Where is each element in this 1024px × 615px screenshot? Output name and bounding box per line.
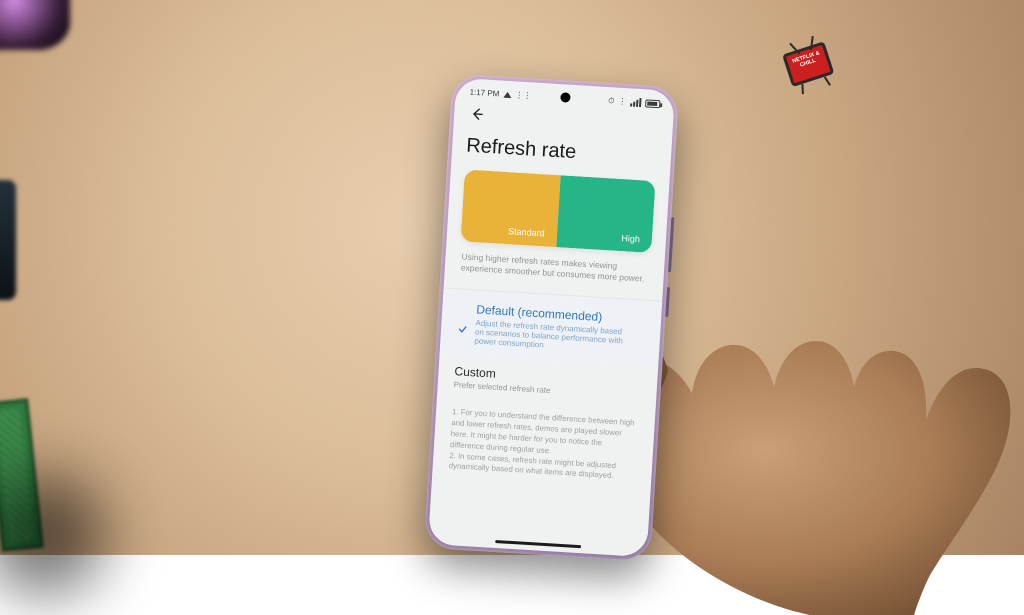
tv-sticker: NETFLIX & CHILL (782, 38, 852, 112)
desk-surface: NETFLIX & CHILL 1:17 PM ⋮⋮ (0, 0, 1024, 555)
power-button-physical (665, 287, 670, 317)
battery-icon (645, 99, 660, 108)
object-left-edge (0, 180, 16, 300)
refresh-preview: Standard High (460, 169, 655, 253)
sound-profile-icon (503, 91, 511, 97)
phone: 1:17 PM ⋮⋮ ⏱ ⋮ Refre (424, 74, 680, 562)
bluetooth-icon: ⋮ (618, 97, 627, 106)
back-button[interactable] (468, 105, 487, 124)
notification-icon: ⋮⋮ (515, 90, 532, 100)
alarm-icon: ⏱ (608, 96, 615, 106)
arrow-left-icon (469, 106, 486, 123)
segment-standard[interactable]: Standard (460, 169, 560, 247)
shadow (0, 475, 105, 595)
gesture-bar[interactable] (495, 539, 581, 548)
signal-icon (630, 97, 642, 107)
check-icon (457, 321, 469, 333)
phone-screen: 1:17 PM ⋮⋮ ⏱ ⋮ Refre (428, 78, 675, 557)
status-time: 1:17 PM (469, 88, 499, 99)
segment-high-label: High (621, 233, 640, 244)
object-top-left (0, 0, 70, 50)
segment-standard-label: Standard (508, 226, 545, 238)
footnote-text: 1. For you to understand the difference … (431, 398, 655, 503)
segment-high[interactable]: High (556, 175, 656, 253)
sticker-text: NETFLIX & CHILL (786, 45, 827, 73)
